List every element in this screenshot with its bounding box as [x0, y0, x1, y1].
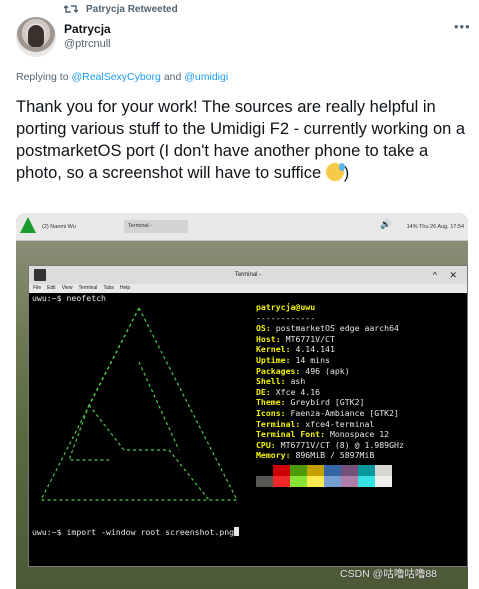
color-swatch — [290, 475, 307, 487]
retweet-label: Patrycja Retweeted — [86, 3, 178, 15]
neofetch-key: Terminal: — [256, 418, 301, 429]
neofetch-value: Greybird [GTK2] — [285, 397, 365, 408]
neofetch-value: MT6771V/CT (8) @ 1.989GHz — [275, 439, 404, 450]
color-swatch — [307, 464, 324, 476]
menu-view: View — [61, 285, 73, 291]
terminal-title: Terminal - — [234, 272, 262, 278]
neofetch-value: Xfce 4.16 — [270, 386, 321, 397]
neofetch-separator: ------------ — [256, 312, 316, 323]
color-swatch — [375, 475, 392, 487]
tweet-body: Thank you for your work! The sources are… — [16, 98, 466, 182]
menu-tabs: Tabs — [103, 285, 114, 291]
taskbar-item-terminal: Terminal - — [124, 220, 188, 233]
neofetch-key: Kernel: — [256, 344, 291, 355]
more-options-icon[interactable]: ••• — [454, 19, 471, 34]
tweet-image[interactable]: (2) Naomi Wu Terminal - 🔊 14% Thu 26 Aug… — [16, 213, 468, 589]
desktop-panel: (2) Naomi Wu Terminal - 🔊 14% Thu 26 Aug… — [16, 213, 468, 241]
color-swatch — [273, 475, 290, 487]
neofetch-row: Host: MT6771V/CT — [256, 334, 404, 345]
menu-file: File — [33, 285, 42, 291]
neofetch-row: CPU: MT6771V/CT (8) @ 1.989GHz — [256, 440, 404, 451]
author-handle[interactable]: @ptrcnull — [64, 38, 111, 50]
neofetch-value: postmarketOS edge aarch64 — [270, 323, 399, 334]
neofetch-row: Memory: 896MiB / 5897MiB — [256, 450, 404, 461]
neofetch-key: Terminal Font: — [256, 429, 326, 440]
neofetch-row: Shell: ash — [256, 376, 404, 387]
menu-terminal: Terminal — [78, 285, 98, 291]
neofetch-row: Uptime: 14 mins — [256, 355, 404, 366]
color-swatch — [358, 464, 375, 476]
author-name[interactable]: Patrycja — [64, 22, 111, 36]
avatar[interactable] — [16, 17, 56, 57]
close-icon: ✕ — [449, 270, 457, 280]
reply-prefix: Replying to — [16, 71, 72, 83]
neofetch-row: DE: Xfce 4.16 — [256, 387, 404, 398]
color-swatch — [290, 464, 307, 476]
neofetch-key: Host: — [256, 333, 281, 344]
taskbar-item-browser: (2) Naomi Wu — [42, 224, 76, 230]
color-swatch — [375, 464, 392, 476]
neofetch-row: Kernel: 4.14.141 — [256, 344, 404, 355]
terminal-titlebar: Terminal - ^ ✕ — [29, 266, 467, 284]
neofetch-value: 896MiB / 5897MiB — [290, 450, 375, 461]
retweet-indicator: Patrycja Retweeted — [64, 3, 178, 15]
color-swatch — [256, 464, 273, 476]
postmarketos-logo-icon — [20, 217, 36, 233]
neofetch-row: Theme: Greybird [GTK2] — [256, 397, 404, 408]
command-text: uwu:~$ import -window root screenshot.pn… — [32, 527, 235, 537]
reply-and: and — [160, 71, 185, 83]
retweet-icon — [64, 5, 78, 13]
neofetch-value: Faenza-Ambiance [GTK2] — [285, 407, 399, 418]
neofetch-key: Theme: — [256, 397, 286, 408]
color-swatch — [324, 475, 341, 487]
neofetch-value: 496 (apk) — [300, 365, 350, 376]
neofetch-row: Terminal Font: Monospace 12 — [256, 429, 404, 440]
color-swatch — [256, 475, 273, 487]
color-swatch — [307, 475, 324, 487]
neofetch-row: Terminal: xfce4-terminal — [256, 419, 404, 430]
mention-link[interactable]: @RealSexyCyborg — [71, 71, 160, 83]
terminal-icon — [34, 269, 46, 281]
tweet-text: Thank you for your work! The sources are… — [16, 96, 468, 184]
terminal-output: uwu:~$ neofetch patrycja@uwu -----------… — [29, 293, 467, 566]
maximize-icon: ^ — [432, 270, 437, 280]
neofetch-value: xfce4-terminal — [300, 418, 375, 429]
neofetch-key: Shell: — [256, 376, 286, 387]
volume-icon: 🔊 — [380, 219, 392, 229]
color-swatch — [324, 464, 341, 476]
color-swatch — [358, 475, 375, 487]
neofetch-key: Icons: — [256, 407, 286, 418]
terminal-menubar: File Edit View Terminal Tabs Help — [29, 284, 467, 293]
menu-edit: Edit — [47, 285, 56, 291]
neofetch-value: Monospace 12 — [325, 429, 390, 440]
neofetch-row: Packages: 496 (apk) — [256, 366, 404, 377]
neofetch-row: Icons: Faenza-Ambiance [GTK2] — [256, 408, 404, 419]
terminal-window: Terminal - ^ ✕ File Edit View Terminal Tabs H… — [28, 265, 468, 567]
neofetch-value: ash — [285, 376, 306, 387]
color-swatch — [273, 464, 290, 476]
neofetch-key: CPU: — [256, 439, 276, 450]
menu-help: Help — [119, 285, 131, 291]
neofetch-value: 4.14.141 — [290, 344, 335, 355]
postmarketos-ascii-logo-icon — [40, 306, 238, 501]
neofetch-row: OS: postmarketOS edge aarch64 — [256, 323, 404, 334]
neofetch-key: OS: — [256, 323, 271, 334]
neofetch-key: Packages: — [256, 365, 301, 376]
sweat-smile-emoji-icon — [325, 163, 345, 181]
neofetch-info: patrycja@uwu ------------ OS: postmarket… — [256, 302, 404, 489]
watermark: CSDN @咕噜咕噜88 — [340, 568, 438, 580]
color-swatch — [341, 464, 358, 476]
reply-context: Replying to @RealSexyCyborg and @umidigi — [16, 71, 228, 83]
neofetch-value: MT6771V/CT — [280, 333, 335, 344]
color-swatch — [341, 475, 358, 487]
neofetch-value: 14 mins — [290, 354, 330, 365]
neofetch-key: Memory: — [256, 450, 291, 461]
cursor — [234, 527, 240, 536]
tray-clock: 14% Thu 26 Aug, 17:54 — [406, 224, 464, 230]
neofetch-key: Uptime: — [256, 354, 291, 365]
neofetch-user: patrycja@uwu — [256, 302, 316, 312]
neofetch-key: DE: — [256, 386, 271, 397]
mention-link[interactable]: @umidigi — [184, 71, 228, 83]
command-line-import: uwu:~$ import -window root screenshot.pn… — [32, 527, 240, 538]
